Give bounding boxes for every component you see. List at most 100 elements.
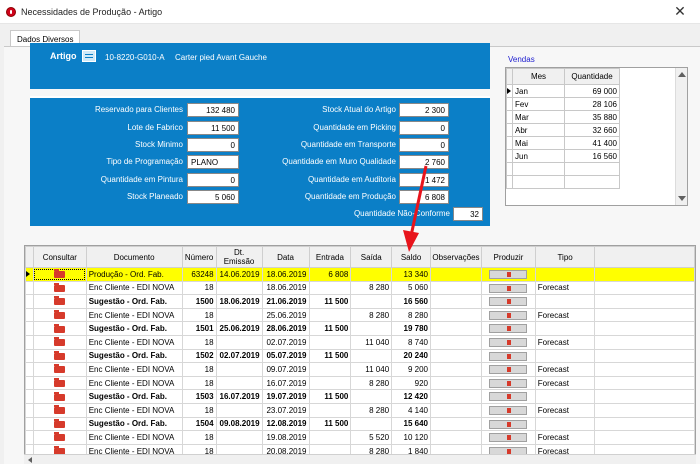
consultar-folder-icon[interactable] (54, 377, 66, 387)
cell-entrada (308, 402, 352, 418)
cell-data: 02.07.2019 (261, 334, 310, 350)
table-row[interactable]: Enc Cliente - EDI NOVA 18 02.07.2019 11 040… (25, 334, 695, 350)
table-row[interactable]: Sugestão - Ord. Fab. 1502 02.07.2019 05.07.… (25, 348, 695, 364)
scroll-left-icon[interactable] (28, 457, 32, 463)
table-row[interactable]: Enc Cliente - EDI NOVA 18 09.07.2019 11 040… (25, 362, 695, 377)
label-quantidade-auditoria: Quantidade em Auditoria (307, 175, 396, 184)
consultar-folder-icon[interactable] (54, 391, 66, 401)
consultar-folder-icon[interactable] (54, 296, 66, 306)
produzir-button[interactable] (489, 283, 528, 293)
consultar-folder-icon[interactable] (54, 337, 66, 347)
field-quantidade-pintura[interactable]: 0 (187, 173, 239, 187)
vendas-scrollbar[interactable] (675, 68, 687, 205)
table-row[interactable]: Enc Cliente - EDI NOVA 18 25.06.2019 8 280 8… (25, 307, 695, 323)
field-quantidade-transporte[interactable]: 0 (399, 138, 449, 152)
consultar-folder-icon[interactable] (54, 405, 66, 415)
consultar-folder-icon[interactable] (54, 323, 66, 333)
produzir-button[interactable] (489, 419, 528, 429)
produzir-button[interactable] (489, 405, 528, 415)
grid-horizontal-scrollbar[interactable] (24, 454, 696, 464)
col-header-produzir[interactable]: Produzir (480, 246, 536, 268)
produzir-button[interactable] (489, 351, 528, 361)
field-stock-planeado[interactable]: 5 060 (187, 190, 239, 204)
consultar-folder-icon[interactable] (54, 269, 66, 279)
table-row[interactable]: Sugestão - Ord. Fab. 1500 18.06.2019 21.06.… (25, 294, 695, 309)
table-row[interactable]: Enc Cliente - EDI NOVA 18 23.07.2019 8 280 4… (25, 402, 695, 418)
produzir-button[interactable] (489, 297, 528, 307)
produzir-button[interactable] (489, 310, 528, 320)
col-header-observacoes[interactable]: Observações (429, 246, 482, 268)
col-header-saida[interactable]: Saída (350, 246, 393, 268)
produzir-button[interactable] (489, 378, 528, 388)
cell-saida: 8 280 (350, 307, 393, 323)
cell-saida: 11 040 (350, 362, 393, 377)
vendas-row[interactable]: Fev 28 106 (506, 97, 620, 111)
vendas-row[interactable]: Mar 35 880 (506, 110, 620, 124)
consultar-folder-icon[interactable] (54, 364, 66, 374)
produzir-button[interactable] (489, 324, 528, 334)
artigo-lookup-icon[interactable] (82, 50, 96, 62)
field-stock-atual[interactable]: 2 300 (399, 103, 449, 117)
vendas-header-quantidade[interactable]: Quantidade (564, 68, 620, 85)
produzir-button[interactable] (489, 392, 528, 402)
produzir-button[interactable] (489, 433, 528, 443)
consultar-folder-icon[interactable] (54, 418, 66, 428)
vendas-row[interactable]: Jan 69 000 (506, 84, 620, 98)
cell-saldo: 4 140 (391, 402, 431, 418)
consultar-folder-icon[interactable] (54, 309, 66, 319)
table-row[interactable]: Sugestão - Ord. Fab. 1501 25.06.2019 28.06.… (25, 321, 695, 336)
table-row[interactable]: Sugestão - Ord. Fab. 1503 16.07.2019 19.07.… (25, 389, 695, 404)
field-lote-fabrico[interactable]: 11 500 (187, 121, 239, 135)
produzir-button[interactable] (489, 365, 528, 375)
cell-data: 28.06.2019 (261, 321, 310, 336)
consultar-folder-icon[interactable] (54, 350, 66, 360)
col-header-dt-emissao[interactable]: Dt. Emissão (215, 246, 263, 268)
close-button[interactable]: ✕ (660, 0, 700, 24)
row-selector (25, 348, 34, 364)
field-reservado-clientes[interactable]: 132 480 (187, 103, 239, 117)
vendas-row[interactable]: Mai 41 400 (506, 136, 620, 150)
cell-numero: 18 (181, 402, 217, 418)
table-row[interactable]: Enc Cliente - EDI NOVA 18 18.06.2019 8 280 5… (25, 280, 695, 296)
cell-filler (594, 402, 695, 418)
table-row[interactable]: Produção - Ord. Fab. 63248 14.06.2019 18.06… (25, 267, 695, 282)
scroll-up-icon[interactable] (678, 72, 686, 77)
produzir-button[interactable] (489, 337, 528, 347)
col-header-entrada[interactable]: Entrada (308, 246, 352, 268)
consultar-folder-icon[interactable] (54, 432, 66, 442)
field-tipo-programacao[interactable]: PLANO (187, 155, 239, 169)
col-header-documento[interactable]: Documento (85, 246, 183, 268)
field-stock-minimo[interactable]: 0 (187, 138, 239, 152)
col-header-data[interactable]: Data (261, 246, 310, 268)
col-header-numero[interactable]: Número (181, 246, 217, 268)
cell-tipo: Forecast (534, 402, 596, 418)
vendas-header-mes[interactable]: Mes (512, 68, 565, 85)
cell-filler (594, 389, 695, 404)
table-row[interactable]: Enc Cliente - EDI NOVA 18 16.07.2019 8 280 9… (25, 375, 695, 391)
table-row[interactable]: Sugestão - Ord. Fab. 1504 09.08.2019 12.08.… (25, 416, 695, 432)
cell-entrada: 11 500 (308, 294, 352, 309)
vendas-row[interactable]: Abr 32 660 (506, 123, 620, 137)
field-muro-qualidade[interactable]: 2 760 (399, 155, 449, 169)
cell-data: 16.07.2019 (261, 375, 310, 391)
field-nao-conforme[interactable]: 32 (453, 207, 483, 221)
cell-tipo (534, 294, 596, 309)
app-icon (6, 7, 16, 17)
cell-documento: Sugestão - Ord. Fab. (85, 321, 183, 336)
cell-entrada (308, 280, 352, 296)
consultar-folder-icon[interactable] (54, 282, 66, 292)
produzir-button[interactable] (489, 269, 528, 279)
field-quantidade-producao[interactable]: 6 808 (399, 190, 449, 204)
scroll-down-icon[interactable] (678, 196, 686, 201)
table-row[interactable]: Enc Cliente - EDI NOVA 18 19.08.2019 5 520 1… (25, 430, 695, 445)
vendas-qtd: 35 880 (564, 110, 620, 124)
field-quantidade-auditoria[interactable]: 1 472 (399, 173, 449, 187)
col-header-saldo[interactable]: Saldo (391, 246, 431, 268)
cell-produzir (480, 267, 536, 282)
artigo-description: Carter pied Avant Gauche (175, 53, 267, 62)
field-quantidade-picking[interactable]: 0 (399, 121, 449, 135)
vendas-row[interactable]: Jun 16 560 (506, 149, 620, 163)
cell-saida (350, 389, 393, 404)
col-header-consultar[interactable]: Consultar (32, 246, 87, 268)
col-header-tipo[interactable]: Tipo (534, 246, 596, 268)
